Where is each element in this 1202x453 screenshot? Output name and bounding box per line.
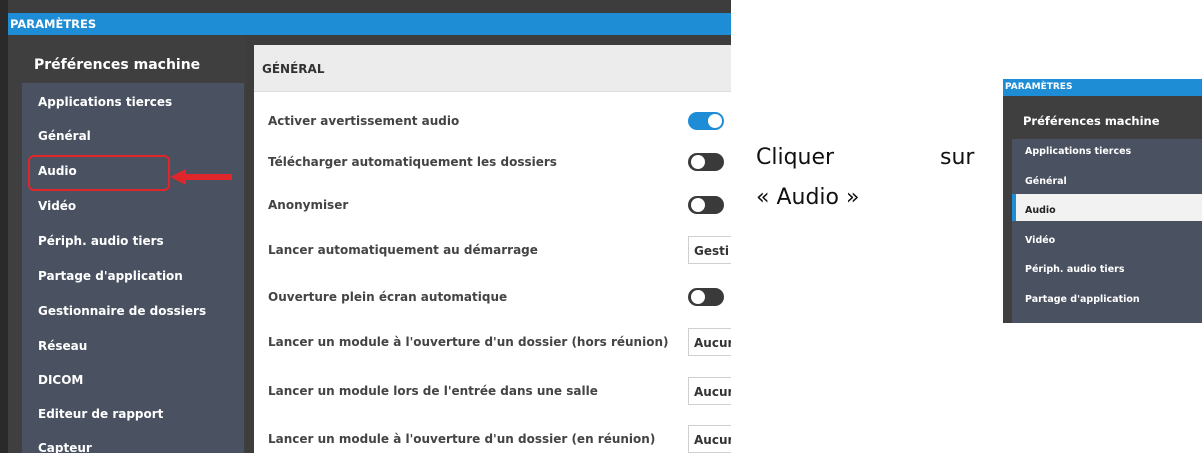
sidebar-item-general[interactable]: Général	[38, 129, 91, 143]
setting-label-module-en-reunion: Lancer un module à l'ouverture d'un doss…	[268, 432, 656, 446]
setting-label-avertissement-audio: Activer avertissement audio	[268, 114, 460, 128]
select-module-hors-reunion[interactable]: Aucur	[688, 328, 731, 356]
window-title-bar: PARAMÈTRES	[8, 13, 731, 35]
setting-label-plein-ecran: Ouverture plein écran automatique	[268, 290, 508, 304]
sidebar-selected-indicator	[1012, 194, 1016, 221]
red-arrow-icon	[170, 169, 232, 185]
sidebar-item-periph-audio-tiers[interactable]: Périph. audio tiers	[1025, 264, 1124, 275]
select-lancer-demarrage[interactable]: Gesti	[688, 236, 731, 264]
instruction-audio-label: « Audio »	[756, 185, 860, 210]
settings-window-right: PARAMÈTRES Préférences machine Applicati…	[1003, 79, 1202, 323]
sidebar-item-partage-application[interactable]: Partage d'application	[1025, 294, 1140, 305]
setting-label-lancer-demarrage: Lancer automatiquement au démarrage	[268, 243, 538, 257]
setting-label-module-salle: Lancer un module lors de l'entrée dans u…	[268, 384, 598, 398]
toggle-telecharger-dossiers[interactable]	[688, 153, 724, 171]
toggle-knob	[708, 114, 722, 128]
sidebar-item-gestionnaire-dossiers[interactable]: Gestionnaire de dossiers	[38, 304, 206, 318]
settings-window-left: PARAMÈTRES Préférences machine Applicati…	[0, 0, 731, 453]
toggle-knob	[691, 198, 705, 212]
audio-highlight-box	[28, 155, 170, 191]
sidebar: Préférences machine Applications tierces…	[8, 35, 246, 453]
sidebar-item-audio[interactable]: Audio	[1025, 205, 1056, 216]
window-title-bar: PARAMÈTRES	[1003, 79, 1202, 96]
setting-label-anonymiser: Anonymiser	[268, 198, 349, 212]
section-header: GÉNÉRAL	[254, 45, 731, 92]
setting-label-module-hors-reunion: Lancer un module à l'ouverture d'un doss…	[268, 335, 669, 349]
window-edge	[0, 0, 8, 453]
sidebar-item-periph-audio-tiers[interactable]: Périph. audio tiers	[38, 234, 164, 248]
sidebar-item-dicom[interactable]: DICOM	[38, 373, 83, 387]
instruction-word-cliquer: Cliquer	[756, 145, 835, 170]
sidebar-item-general[interactable]: Général	[1025, 176, 1067, 187]
sidebar-item-applications-tierces[interactable]: Applications tierces	[1025, 146, 1131, 157]
instruction-word-sur: sur	[940, 145, 975, 170]
sidebar-list: Applications tierces Général Audio Vidéo…	[22, 83, 244, 453]
section-title: GÉNÉRAL	[262, 62, 325, 76]
toggle-knob	[691, 290, 705, 304]
sidebar-item-partage-application[interactable]: Partage d'application	[38, 269, 183, 283]
toggle-anonymiser[interactable]	[688, 196, 724, 214]
select-module-salle[interactable]: Aucur	[688, 377, 731, 405]
toggle-knob	[691, 155, 705, 169]
settings-content: GÉNÉRAL Activer avertissement audio Télé…	[254, 45, 731, 453]
sidebar-item-editeur-rapport[interactable]: Editeur de rapport	[38, 407, 163, 421]
setting-label-telecharger-dossiers: Télécharger automatiquement les dossiers	[268, 155, 557, 169]
sidebar-item-video[interactable]: Vidéo	[38, 199, 76, 213]
sidebar-item-capteur[interactable]: Capteur	[38, 441, 92, 453]
sidebar-item-applications-tierces[interactable]: Applications tierces	[38, 95, 172, 109]
sidebar-title: Préférences machine	[1023, 114, 1160, 128]
sidebar-item-video[interactable]: Vidéo	[1025, 235, 1055, 246]
toggle-plein-ecran[interactable]	[688, 288, 724, 306]
sidebar-title: Préférences machine	[34, 57, 201, 73]
sidebar-item-reseau[interactable]: Réseau	[38, 339, 87, 353]
toggle-avertissement-audio[interactable]	[688, 112, 724, 130]
select-module-en-reunion[interactable]: Aucur	[688, 425, 731, 453]
